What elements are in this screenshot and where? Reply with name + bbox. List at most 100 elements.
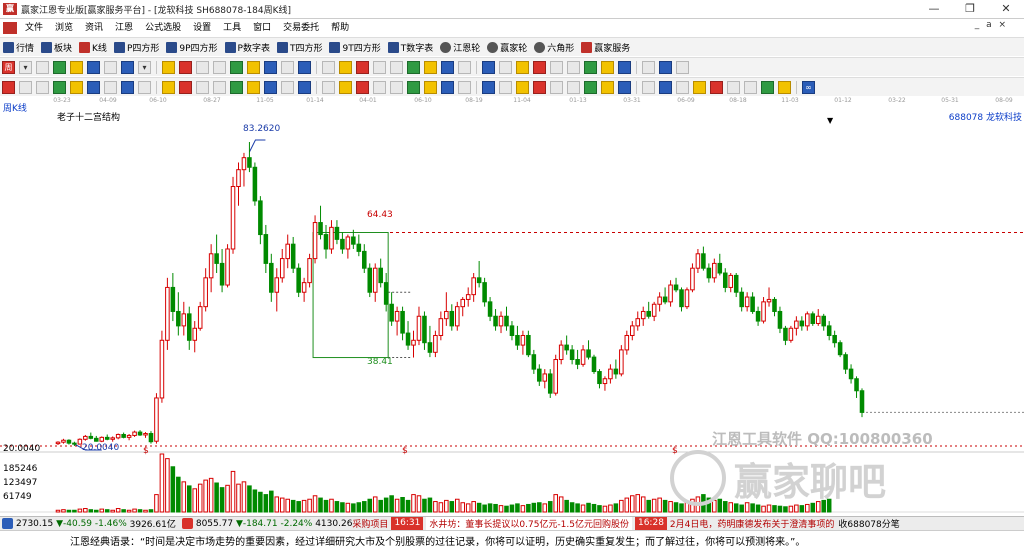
- analysis-tool-33-icon[interactable]: [584, 80, 597, 94]
- analysis-tool-10-icon[interactable]: [179, 80, 192, 94]
- analysis-tool-9-icon[interactable]: [162, 80, 175, 94]
- analysis-tool-28-icon[interactable]: [499, 80, 512, 94]
- draw-tool-9-icon[interactable]: [162, 60, 175, 74]
- analysis-tool-6-icon[interactable]: [104, 80, 117, 94]
- menu-trade[interactable]: 交易委托: [277, 19, 325, 37]
- analysis-tool-1-icon[interactable]: [19, 80, 32, 94]
- analysis-tool-42-icon[interactable]: [744, 80, 757, 94]
- tb-t-table[interactable]: T数字表: [387, 41, 433, 54]
- analysis-tool-22-icon[interactable]: [390, 80, 403, 94]
- draw-tool-17-icon[interactable]: [298, 60, 311, 74]
- draw-tool-21-icon[interactable]: [373, 60, 386, 74]
- analysis-tool-45-icon[interactable]: ∞: [802, 80, 815, 94]
- draw-tool-26-icon[interactable]: [458, 60, 471, 74]
- analysis-tool-41-icon[interactable]: [727, 80, 740, 94]
- analysis-tool-8-icon[interactable]: [138, 80, 151, 94]
- analysis-tool-43-icon[interactable]: [761, 80, 774, 94]
- draw-tool-31-icon[interactable]: [550, 60, 563, 74]
- analysis-tool-26-icon[interactable]: [458, 80, 471, 94]
- analysis-tool-5-icon[interactable]: [87, 80, 100, 94]
- tb-p-square[interactable]: P四方形: [113, 41, 159, 54]
- analysis-tool-36-icon[interactable]: [642, 80, 655, 94]
- draw-tool-32-icon[interactable]: [567, 60, 580, 74]
- draw-tool-36-icon[interactable]: [642, 60, 655, 74]
- tb-winner-wheel[interactable]: 赢家轮: [487, 41, 527, 54]
- draw-tool-18-icon[interactable]: [322, 60, 335, 74]
- draw-tool-11-icon[interactable]: [196, 60, 209, 74]
- menu-window[interactable]: 窗口: [247, 19, 277, 37]
- draw-tool-22-icon[interactable]: [390, 60, 403, 74]
- draw-tool-23-icon[interactable]: [407, 60, 420, 74]
- analysis-tool-39-icon[interactable]: [693, 80, 706, 94]
- analysis-tool-20-icon[interactable]: [356, 80, 369, 94]
- analysis-tool-40-icon[interactable]: [710, 80, 723, 94]
- analysis-tool-18-icon[interactable]: [322, 80, 335, 94]
- draw-tool-7-icon[interactable]: [121, 60, 134, 74]
- analysis-tool-30-icon[interactable]: [533, 80, 546, 94]
- analysis-tool-25-icon[interactable]: [441, 80, 454, 94]
- tb-p-table[interactable]: P数字表: [224, 41, 270, 54]
- draw-tool-29-icon[interactable]: [516, 60, 529, 74]
- trade-detail-button[interactable]: 收688078分笔: [838, 517, 899, 530]
- menu-browse[interactable]: 浏览: [49, 19, 79, 37]
- draw-tool-28-icon[interactable]: [499, 60, 512, 74]
- index2-value[interactable]: 8055.77: [196, 519, 233, 529]
- analysis-tool-24-icon[interactable]: [424, 80, 437, 94]
- analysis-tool-27-icon[interactable]: [482, 80, 495, 94]
- draw-tool-12-icon[interactable]: [213, 60, 226, 74]
- analysis-tool-11-icon[interactable]: [196, 80, 209, 94]
- minimize-button[interactable]: —: [916, 0, 952, 19]
- analysis-tool-44-icon[interactable]: [778, 80, 791, 94]
- close-button[interactable]: ✕: [988, 0, 1024, 19]
- menu-file[interactable]: 文件: [19, 19, 49, 37]
- draw-tool-4-icon[interactable]: [70, 60, 83, 74]
- analysis-tool-35-icon[interactable]: [618, 80, 631, 94]
- analysis-tool-19-icon[interactable]: [339, 80, 352, 94]
- draw-tool-34-icon[interactable]: [601, 60, 614, 74]
- analysis-tool-23-icon[interactable]: [407, 80, 420, 94]
- draw-tool-35-icon[interactable]: [618, 60, 631, 74]
- draw-tool-37-icon[interactable]: [659, 60, 672, 74]
- analysis-tool-3-icon[interactable]: [53, 80, 66, 94]
- analysis-tool-4-icon[interactable]: [70, 80, 83, 94]
- draw-tool-20-icon[interactable]: [356, 60, 369, 74]
- analysis-tool-12-icon[interactable]: [213, 80, 226, 94]
- analysis-tool-38-icon[interactable]: [676, 80, 689, 94]
- menu-help[interactable]: 帮助: [325, 19, 355, 37]
- draw-tool-13-icon[interactable]: [230, 60, 243, 74]
- draw-tool-8-icon[interactable]: ▾: [138, 60, 151, 74]
- news-ticker-2[interactable]: 2月4日电，药明康德发布关于澄清事项的: [670, 517, 834, 530]
- news-ticker[interactable]: 水井坊：董事长提议以0.75亿元-1.5亿元回购股份: [426, 517, 632, 530]
- analysis-tool-7-icon[interactable]: [121, 80, 134, 94]
- analysis-tool-16-icon[interactable]: [281, 80, 294, 94]
- draw-tool-38-icon[interactable]: [676, 60, 689, 74]
- tb-gann-wheel[interactable]: 江恩轮: [440, 41, 480, 54]
- draw-tool-1-icon[interactable]: ▾: [19, 60, 32, 74]
- tb-quotes[interactable]: 行情: [3, 41, 34, 54]
- draw-tool-3-icon[interactable]: [53, 60, 66, 74]
- menu-info[interactable]: 资讯: [79, 19, 109, 37]
- analysis-tool-13-icon[interactable]: [230, 80, 243, 94]
- draw-tool-15-icon[interactable]: [264, 60, 277, 74]
- analysis-tool-32-icon[interactable]: [567, 80, 580, 94]
- draw-tool-14-icon[interactable]: [247, 60, 260, 74]
- analysis-tool-17-icon[interactable]: [298, 80, 311, 94]
- tb-sectors[interactable]: 板块: [41, 41, 72, 54]
- menu-formula[interactable]: 公式选股: [139, 19, 187, 37]
- draw-tool-5-icon[interactable]: [87, 60, 100, 74]
- draw-tool-24-icon[interactable]: [424, 60, 437, 74]
- analysis-tool-21-icon[interactable]: [373, 80, 386, 94]
- tb-t-square[interactable]: T四方形: [276, 41, 322, 54]
- draw-tool-16-icon[interactable]: [281, 60, 294, 74]
- draw-tool-19-icon[interactable]: [339, 60, 352, 74]
- tb-kline[interactable]: K线: [79, 41, 107, 54]
- draw-tool-2-icon[interactable]: [36, 60, 49, 74]
- draw-tool-6-icon[interactable]: [104, 60, 117, 74]
- analysis-tool-37-icon[interactable]: [659, 80, 672, 94]
- draw-tool-25-icon[interactable]: [441, 60, 454, 74]
- analysis-tool-34-icon[interactable]: [601, 80, 614, 94]
- maximize-button[interactable]: ❐: [952, 0, 988, 19]
- analysis-tool-0-icon[interactable]: [2, 80, 15, 94]
- analysis-tool-14-icon[interactable]: [247, 80, 260, 94]
- draw-tool-0-icon[interactable]: 周: [2, 60, 15, 74]
